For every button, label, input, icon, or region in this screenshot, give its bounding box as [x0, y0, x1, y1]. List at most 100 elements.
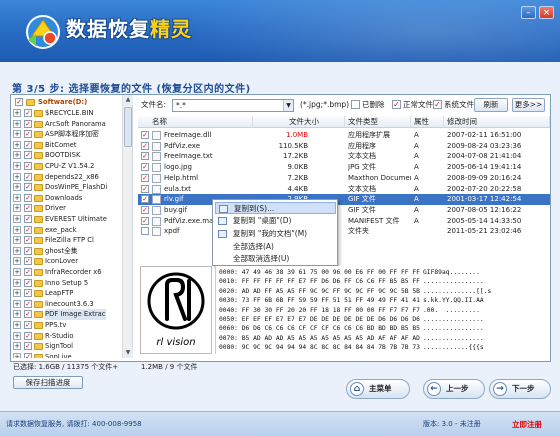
tree-item-checkbox[interactable]: ✓ [24, 352, 32, 358]
tree-item-checkbox[interactable]: ✓ [24, 299, 32, 308]
chevron-down-icon[interactable]: ▼ [283, 100, 293, 111]
row-checkbox[interactable]: ✓ [141, 205, 149, 214]
tree-item[interactable]: + ✓ DosWinPE_FlashDi [11, 182, 129, 193]
table-row[interactable]: ✓ PdfViz.exe.man MANIFEST 文件 A 2005-05-14 14… [138, 216, 550, 227]
deleted-checkbox[interactable] [351, 100, 360, 109]
tree-item-checkbox[interactable]: ✓ [24, 342, 32, 351]
tree-item[interactable]: + ✓ Downloads [11, 193, 129, 204]
tree-item[interactable]: + ✓ ghost全集 [11, 246, 129, 257]
expand-icon[interactable]: + [13, 310, 21, 319]
folder-tree[interactable]: ✓ Software(D:) + ✓ $RECYCLE.BIN + ✓ ArcSoft P… [11, 95, 133, 358]
save-scan-progress-button[interactable]: 保存扫描进度 [13, 376, 83, 389]
row-checkbox[interactable]: ✓ [141, 173, 149, 182]
menu-copy-documents[interactable]: 复制到 "我的文档"(M) [215, 228, 336, 240]
tree-item-checkbox[interactable]: ✓ [24, 215, 32, 223]
tree-item-checkbox[interactable]: ✓ [24, 236, 32, 245]
tree-item[interactable]: + ✓ InfraRecorder x6 [11, 267, 129, 278]
tree-item-checkbox[interactable]: ✓ [24, 109, 32, 117]
expand-icon[interactable]: + [13, 215, 21, 223]
tree-item-checkbox[interactable]: ✓ [24, 310, 32, 319]
hex-viewer[interactable]: 0000: 47 49 46 38 39 61 75 00 96 00 E6 F… [215, 266, 550, 354]
expand-icon[interactable]: + [13, 225, 21, 234]
main-menu-button[interactable]: ⌂ 主菜单 [346, 379, 410, 399]
table-row[interactable]: ✓ FreeImage.dll 1.0MB 应用程序扩展 A 2007-02-11 16:… [138, 130, 550, 141]
register-link[interactable]: 立即注册 [512, 419, 542, 430]
tree-item-checkbox[interactable]: ✓ [24, 246, 32, 255]
scroll-up-icon[interactable]: ▲ [123, 95, 133, 105]
expand-icon[interactable]: + [13, 204, 21, 213]
col-name[interactable]: 名称 [138, 116, 253, 128]
expand-icon[interactable]: + [13, 140, 21, 149]
tree-item[interactable]: + ✓ Inno Setup 5 [11, 278, 129, 289]
tree-root[interactable]: ✓ Software(D:) [11, 97, 129, 108]
row-checkbox[interactable]: ✓ [141, 141, 149, 150]
expand-icon[interactable]: + [13, 342, 21, 351]
expand-icon[interactable]: + [13, 331, 21, 340]
tree-item-checkbox[interactable]: ✓ [24, 278, 32, 287]
tree-item[interactable]: + ✓ ArcSoft Panorama [11, 119, 129, 130]
expand-icon[interactable]: + [13, 193, 21, 202]
tree-item[interactable]: + ✓ LeapFTP [11, 288, 129, 299]
menu-copy-to[interactable]: 复制到(S)... [215, 202, 336, 214]
tree-item[interactable]: + ✓ linecount3.6.3 [11, 299, 129, 310]
col-modified[interactable]: 修改时间 [444, 116, 550, 128]
expand-icon[interactable]: + [13, 321, 21, 329]
scroll-thumb[interactable] [124, 107, 132, 147]
tree-scrollbar[interactable]: ▲ ▼ [122, 95, 133, 358]
tree-item-checkbox[interactable]: ✓ [24, 183, 32, 192]
tree-item[interactable]: + ✓ R-Studio [11, 331, 129, 342]
minimize-button[interactable]: – [521, 6, 536, 19]
table-row[interactable]: ✓ Help.html 7.2KB Maxthon Document A 2008-09-… [138, 173, 550, 184]
expand-icon[interactable]: + [13, 257, 21, 266]
row-checkbox[interactable]: ✓ [141, 163, 149, 172]
tree-item[interactable]: + ✓ PDF Image Extrac [11, 309, 129, 320]
row-checkbox[interactable]: ✓ [141, 152, 149, 161]
tree-item-checkbox[interactable]: ✓ [24, 289, 32, 298]
tree-item[interactable]: + ✓ depends22_x86 [11, 172, 129, 183]
tree-root-checkbox[interactable]: ✓ [15, 98, 23, 106]
row-checkbox[interactable]: ✓ [141, 195, 149, 204]
expand-icon[interactable]: + [13, 130, 21, 139]
filename-filter-input[interactable]: *.* ▼ [172, 99, 294, 112]
tree-item-checkbox[interactable]: ✓ [24, 268, 32, 276]
expand-icon[interactable]: + [13, 246, 21, 255]
prev-step-button[interactable]: ← 上一步 [423, 379, 485, 399]
tree-item-checkbox[interactable]: ✓ [24, 172, 32, 181]
expand-icon[interactable]: + [13, 109, 21, 117]
tree-item[interactable]: + ✓ PPS.tv [11, 320, 129, 331]
tree-item-checkbox[interactable]: ✓ [24, 193, 32, 202]
tree-item-checkbox[interactable]: ✓ [24, 321, 32, 329]
expand-icon[interactable]: + [13, 172, 21, 181]
expand-icon[interactable]: + [13, 151, 21, 160]
tree-item[interactable]: + ✓ EVEREST Ultimate [11, 214, 129, 225]
tree-item[interactable]: + ✓ BitComet [11, 140, 129, 151]
tree-item[interactable]: + ✓ BOOTDISK [11, 150, 129, 161]
menu-copy-desktop[interactable]: 复制到 "桌面"(D) [215, 215, 336, 227]
expand-icon[interactable]: + [13, 278, 21, 287]
tree-item[interactable]: + ✓ exe_pack [11, 225, 129, 236]
row-checkbox[interactable]: ✓ [141, 184, 149, 193]
table-row[interactable]: xpdf 文件夹 2011-05-21 23:02:46 [138, 226, 550, 237]
table-row[interactable]: ✓ PdfViz.exe 110.5KB 应用程序 A 2009-08-24 03:23:… [138, 141, 550, 152]
tree-item[interactable]: + ✓ FileZilla FTP Cl [11, 235, 129, 246]
col-size[interactable]: 文件大小 [253, 116, 345, 128]
row-checkbox[interactable] [141, 227, 149, 236]
more-button[interactable]: 更多>> [512, 98, 545, 112]
tree-item[interactable]: + ✓ SignTool [11, 341, 129, 352]
tree-item[interactable]: + ✓ $RECYCLE.BIN [11, 108, 129, 119]
tree-item-checkbox[interactable]: ✓ [24, 119, 32, 128]
table-row[interactable]: ✓ FreeImage.txt 17.2KB 文本文档 A 2004-07-08 21:4… [138, 151, 550, 162]
tree-item-checkbox[interactable]: ✓ [24, 225, 32, 234]
expand-icon[interactable]: + [13, 162, 21, 170]
expand-icon[interactable]: + [13, 289, 21, 298]
expand-icon[interactable]: + [13, 183, 21, 192]
tree-item[interactable]: + ✓ CPU-Z V1.54.2 [11, 161, 129, 172]
next-step-button[interactable]: → 下一步 [489, 379, 551, 399]
row-checkbox[interactable]: ✓ [141, 131, 149, 139]
menu-deselect-all[interactable]: 全部取消选择(U) [215, 253, 336, 265]
tree-item-checkbox[interactable]: ✓ [24, 204, 32, 213]
scroll-down-icon[interactable]: ▼ [123, 348, 133, 358]
refresh-button[interactable]: 刷新 [474, 98, 508, 112]
col-attr[interactable]: 属性 [411, 116, 444, 128]
menu-select-all[interactable]: 全部选择(A) [215, 241, 336, 253]
